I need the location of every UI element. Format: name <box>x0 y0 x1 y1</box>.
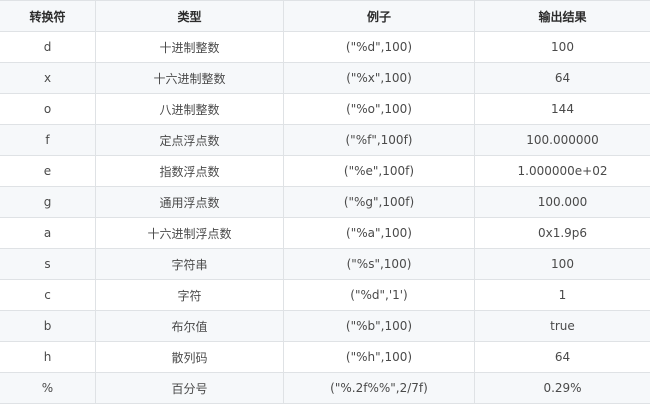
output-cell: 100 <box>474 31 650 63</box>
specifier-cell: g <box>0 186 96 218</box>
example-cell: ("%x",100) <box>283 62 475 94</box>
table-header-row: 转换符 类型 例子 输出结果 <box>0 0 650 32</box>
table-row: d 十进制整数 ("%d",100) 100 <box>0 31 650 63</box>
specifier-cell: h <box>0 341 96 373</box>
specifier-cell: d <box>0 31 96 63</box>
type-cell: 散列码 <box>95 341 284 373</box>
type-cell: 布尔值 <box>95 310 284 342</box>
specifier-cell: f <box>0 124 96 156</box>
output-cell: 100 <box>474 248 650 280</box>
example-cell: ("%a",100) <box>283 217 475 249</box>
table-row: g 通用浮点数 ("%g",100f) 100.000 <box>0 186 650 218</box>
table-row: o 八进制整数 ("%o",100) 144 <box>0 93 650 125</box>
type-cell: 百分号 <box>95 372 284 404</box>
output-cell: 1 <box>474 279 650 311</box>
header-output: 输出结果 <box>474 0 650 32</box>
example-cell: ("%d",'1') <box>283 279 475 311</box>
output-cell: 64 <box>474 62 650 94</box>
output-cell: true <box>474 310 650 342</box>
table-row: h 散列码 ("%h",100) 64 <box>0 341 650 373</box>
type-cell: 八进制整数 <box>95 93 284 125</box>
type-cell: 指数浮点数 <box>95 155 284 187</box>
type-cell: 十进制整数 <box>95 31 284 63</box>
output-cell: 144 <box>474 93 650 125</box>
example-cell: ("%b",100) <box>283 310 475 342</box>
table-row: e 指数浮点数 ("%e",100f) 1.000000e+02 <box>0 155 650 187</box>
output-cell: 1.000000e+02 <box>474 155 650 187</box>
specifier-cell: e <box>0 155 96 187</box>
header-type: 类型 <box>95 0 284 32</box>
format-specifier-table: 转换符 类型 例子 输出结果 d 十进制整数 ("%d",100) 100 x … <box>0 0 650 404</box>
type-cell: 字符串 <box>95 248 284 280</box>
specifier-cell: % <box>0 372 96 404</box>
table-row: a 十六进制浮点数 ("%a",100) 0x1.9p6 <box>0 217 650 249</box>
table-row: s 字符串 ("%s",100) 100 <box>0 248 650 280</box>
type-cell: 字符 <box>95 279 284 311</box>
example-cell: ("%d",100) <box>283 31 475 63</box>
specifier-cell: x <box>0 62 96 94</box>
output-cell: 100.000 <box>474 186 650 218</box>
example-cell: ("%s",100) <box>283 248 475 280</box>
example-cell: ("%o",100) <box>283 93 475 125</box>
table-row: x 十六进制整数 ("%x",100) 64 <box>0 62 650 94</box>
header-example: 例子 <box>283 0 475 32</box>
table-row: c 字符 ("%d",'1') 1 <box>0 279 650 311</box>
specifier-cell: o <box>0 93 96 125</box>
table-row: f 定点浮点数 ("%f",100f) 100.000000 <box>0 124 650 156</box>
type-cell: 通用浮点数 <box>95 186 284 218</box>
example-cell: ("%e",100f) <box>283 155 475 187</box>
type-cell: 定点浮点数 <box>95 124 284 156</box>
output-cell: 0x1.9p6 <box>474 217 650 249</box>
specifier-cell: b <box>0 310 96 342</box>
example-cell: ("%h",100) <box>283 341 475 373</box>
output-cell: 0.29% <box>474 372 650 404</box>
specifier-cell: a <box>0 217 96 249</box>
header-specifier: 转换符 <box>0 0 96 32</box>
output-cell: 64 <box>474 341 650 373</box>
output-cell: 100.000000 <box>474 124 650 156</box>
example-cell: ("%.2f%%",2/7f) <box>283 372 475 404</box>
table-row: b 布尔值 ("%b",100) true <box>0 310 650 342</box>
type-cell: 十六进制整数 <box>95 62 284 94</box>
table-row: % 百分号 ("%.2f%%",2/7f) 0.29% <box>0 372 650 404</box>
example-cell: ("%f",100f) <box>283 124 475 156</box>
type-cell: 十六进制浮点数 <box>95 217 284 249</box>
specifier-cell: s <box>0 248 96 280</box>
example-cell: ("%g",100f) <box>283 186 475 218</box>
specifier-cell: c <box>0 279 96 311</box>
